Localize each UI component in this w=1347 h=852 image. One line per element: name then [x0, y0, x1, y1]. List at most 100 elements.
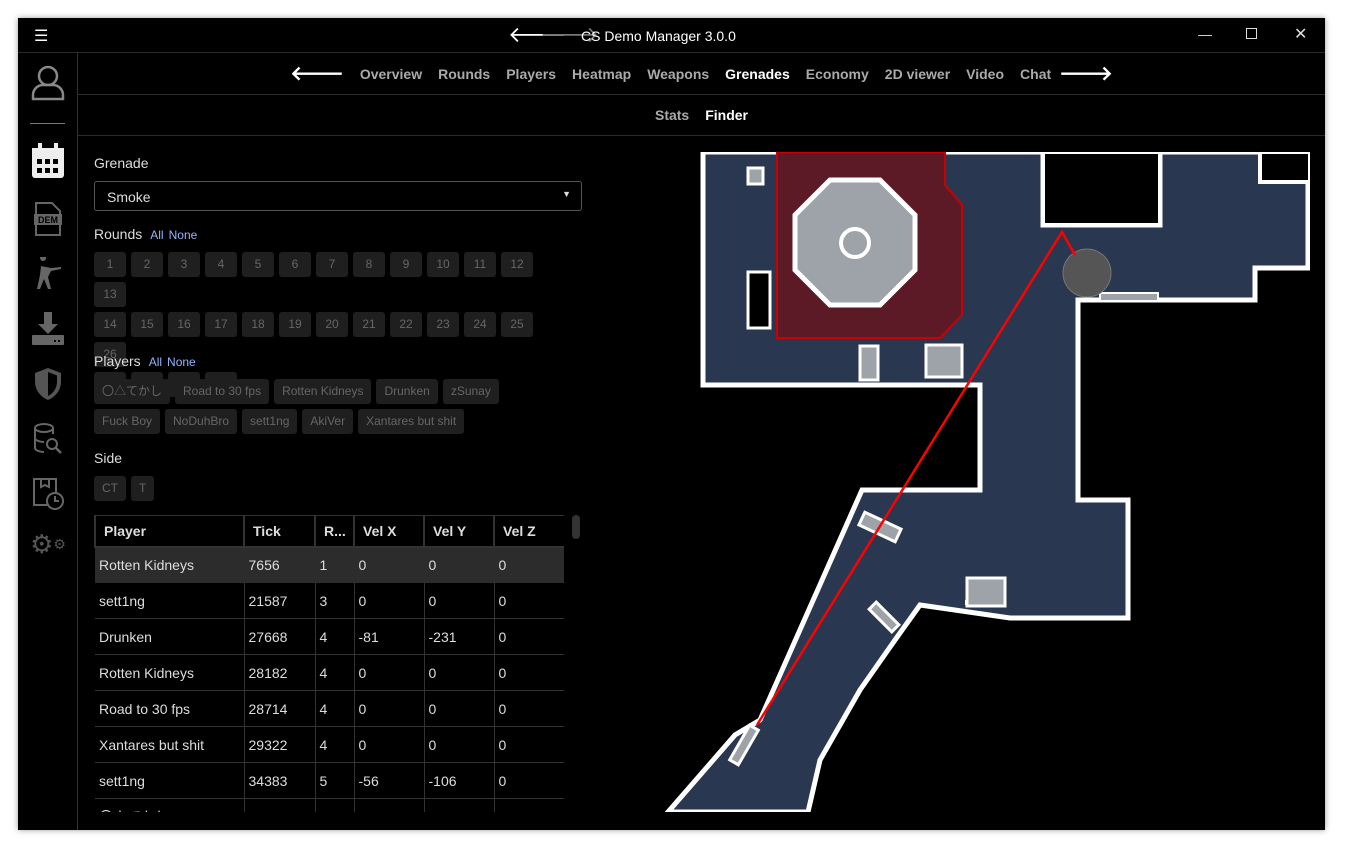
table-cell: 4	[315, 618, 355, 655]
menu-icon[interactable]: ☰	[34, 26, 48, 46]
round-chip[interactable]: 18	[242, 312, 274, 337]
round-chip[interactable]: 16	[168, 312, 200, 337]
round-chip[interactable]: 3	[168, 252, 200, 277]
side-chip-t[interactable]: T	[131, 476, 155, 501]
column-header[interactable]: Tick	[243, 515, 316, 548]
table-cell: -106	[424, 762, 495, 799]
table-row[interactable]: Drunken 27668 4 -81 -231 0	[95, 618, 564, 655]
round-chip[interactable]: 25	[501, 312, 533, 337]
player-chip[interactable]: zSunay	[442, 379, 499, 404]
download-icon[interactable]	[30, 311, 66, 347]
round-chip[interactable]: 21	[353, 312, 385, 337]
table-row[interactable]: Road to 30 fps 28714 4 0 0 0	[95, 690, 564, 727]
tab-overview[interactable]: Overview	[360, 66, 422, 82]
tab-2d-viewer[interactable]: 2D viewer	[885, 66, 950, 82]
minimize-button[interactable]: —	[1198, 26, 1212, 42]
round-chip[interactable]: 20	[316, 312, 348, 337]
tabs-scroll-left-icon[interactable]: 🡐	[290, 61, 344, 86]
round-chip[interactable]: 5	[242, 252, 274, 277]
round-chip[interactable]: 24	[464, 312, 496, 337]
tab-players[interactable]: Players	[506, 66, 556, 82]
table-cell: 28714	[244, 690, 316, 727]
table-cell: 0	[494, 546, 564, 583]
column-header[interactable]: Vel X	[353, 515, 425, 548]
round-chip[interactable]: 23	[427, 312, 459, 337]
player-chip[interactable]: Xantares but shit	[358, 409, 465, 434]
dem-file-icon[interactable]: DEM	[30, 201, 66, 237]
tabs-scroll-right-icon[interactable]: 🡒	[1059, 61, 1113, 86]
tab-weapons[interactable]: Weapons	[647, 66, 709, 82]
grenade-select[interactable]: Smoke ▼	[94, 181, 582, 211]
shield-icon[interactable]	[30, 366, 66, 402]
column-header[interactable]: Vel Y	[423, 515, 495, 548]
database-search-icon[interactable]	[30, 421, 66, 457]
tab-grenades[interactable]: Grenades	[725, 66, 790, 82]
table-cell: -100	[354, 798, 425, 812]
rounds-label: Rounds	[94, 226, 143, 242]
table-row[interactable]: Rotten Kidneys 28182 4 0 0 0	[95, 654, 564, 691]
tab-video[interactable]: Video	[966, 66, 1004, 82]
round-chip[interactable]: 11	[464, 252, 496, 277]
table-row[interactable]: Xantares but shit 29322 4 0 0 0	[95, 726, 564, 763]
round-chip[interactable]: 9	[390, 252, 422, 277]
player-chip[interactable]: Fuck Boy	[94, 409, 161, 434]
player-chip[interactable]: sett1ng	[242, 409, 298, 434]
table-cell: 0	[424, 690, 495, 727]
round-chip[interactable]: 15	[131, 312, 163, 337]
round-chip[interactable]: 13	[94, 282, 126, 307]
calendar-icon[interactable]	[30, 143, 66, 179]
round-chip[interactable]: 22	[390, 312, 422, 337]
player-chip[interactable]: NoDuhBro	[165, 409, 238, 434]
table-row[interactable]: sett1ng 34383 5 -56 -106 0	[95, 762, 564, 799]
round-chip[interactable]: 17	[205, 312, 237, 337]
tab-rounds[interactable]: Rounds	[438, 66, 490, 82]
table-row[interactable]: Rotten Kidneys 7656 1 0 0 0	[95, 546, 564, 583]
column-header[interactable]: Player	[94, 515, 245, 548]
table-cell: -37	[424, 798, 495, 812]
gears-icon[interactable]: ⚙ ⚙	[30, 526, 66, 562]
tab-heatmap[interactable]: Heatmap	[572, 66, 631, 82]
table-cell: -231	[424, 618, 495, 655]
maximize-button[interactable]	[1246, 28, 1257, 39]
round-chip[interactable]: 4	[205, 252, 237, 277]
soldier-icon[interactable]	[30, 256, 66, 292]
round-chip[interactable]: 19	[279, 312, 311, 337]
round-chip[interactable]: 10	[427, 252, 459, 277]
app-window: ☰ 🡐 🡒 CS Demo Manager 3.0.0 — ✕ DEM ⚙ ⚙ 🡐…	[18, 18, 1325, 830]
side-chip-ct[interactable]: CT	[94, 476, 126, 501]
tab-stats[interactable]: Stats	[655, 107, 689, 123]
player-chip[interactable]: Road to 30 fps	[175, 379, 270, 404]
user-icon[interactable]	[30, 65, 66, 101]
tab-chat[interactable]: Chat	[1020, 66, 1051, 82]
table-row[interactable]: 〇△てかし345815-100-370	[95, 798, 564, 812]
table-cell: 28182	[244, 654, 316, 691]
close-button[interactable]: ✕	[1294, 24, 1307, 44]
round-chip[interactable]: 12	[501, 252, 533, 277]
rounds-all-link[interactable]: All	[150, 228, 163, 242]
round-chip[interactable]: 1	[94, 252, 126, 277]
table-cell: 4	[315, 690, 355, 727]
player-chip[interactable]: 〇△てかし	[94, 379, 171, 404]
round-chip[interactable]: 7	[316, 252, 348, 277]
table-cell: -56	[354, 762, 425, 799]
round-chip[interactable]: 2	[131, 252, 163, 277]
players-all-link[interactable]: All	[149, 355, 162, 369]
box-clock-icon[interactable]	[30, 476, 66, 512]
table-row[interactable]: sett1ng 21587 3 0 0 0	[95, 582, 564, 619]
rounds-none-link[interactable]: None	[169, 228, 198, 242]
round-chip[interactable]: 6	[279, 252, 311, 277]
column-header[interactable]: Vel Z	[493, 515, 564, 548]
map-view[interactable]	[665, 152, 1310, 812]
round-chip[interactable]: 14	[94, 312, 126, 337]
round-chip[interactable]: 8	[353, 252, 385, 277]
column-header[interactable]: R...	[314, 515, 355, 548]
table-cell: Road to 30 fps	[95, 690, 245, 727]
players-none-link[interactable]: None	[167, 355, 196, 369]
player-chip[interactable]: AkiVer	[302, 409, 354, 434]
tab-finder[interactable]: Finder	[705, 107, 748, 123]
player-chip[interactable]: Rotten Kidneys	[274, 379, 372, 404]
table-scrollbar[interactable]	[572, 515, 580, 539]
table-cell: 34383	[244, 762, 316, 799]
tab-economy[interactable]: Economy	[806, 66, 869, 82]
player-chip[interactable]: Drunken	[376, 379, 438, 404]
